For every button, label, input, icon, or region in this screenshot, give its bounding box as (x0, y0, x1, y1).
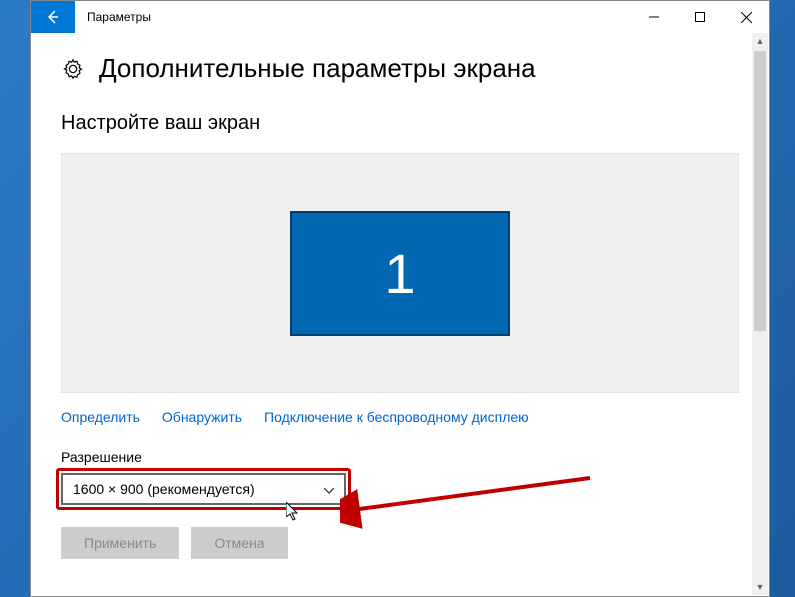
scrollbar-down-arrow[interactable]: ▼ (752, 579, 768, 595)
window-controls (631, 1, 769, 33)
resolution-dropdown[interactable]: 1600 × 900 (рекомендуется) (61, 473, 346, 505)
page-title: Дополнительные параметры экрана (99, 53, 536, 84)
maximize-icon (695, 12, 705, 22)
gear-icon (61, 57, 85, 81)
cancel-button[interactable]: Отмена (191, 527, 287, 559)
titlebar: Параметры (31, 1, 769, 33)
window-title: Параметры (87, 10, 151, 24)
resolution-label: Разрешение (61, 449, 739, 465)
display-preview[interactable]: 1 (61, 153, 739, 393)
close-icon (741, 12, 752, 23)
monitor-number: 1 (384, 241, 415, 306)
monitor-tile[interactable]: 1 (290, 211, 510, 336)
links-row: Определить Обнаружить Подключение к бесп… (61, 409, 739, 425)
vertical-scrollbar[interactable]: ▲ ▼ (752, 33, 768, 595)
resolution-value: 1600 × 900 (рекомендуется) (73, 481, 255, 497)
minimize-icon (649, 12, 659, 22)
apply-button[interactable]: Применить (61, 527, 179, 559)
discover-link[interactable]: Обнаружить (162, 409, 242, 425)
wireless-display-link[interactable]: Подключение к беспроводному дисплею (264, 409, 529, 425)
minimize-button[interactable] (631, 1, 677, 33)
resolution-dropdown-wrap: 1600 × 900 (рекомендуется) (61, 473, 346, 505)
back-button[interactable] (31, 1, 75, 33)
scrollbar-thumb[interactable] (754, 51, 766, 331)
maximize-button[interactable] (677, 1, 723, 33)
back-arrow-icon (45, 9, 61, 25)
buttons-row: Применить Отмена (61, 527, 739, 559)
close-button[interactable] (723, 1, 769, 33)
content-area: Дополнительные параметры экрана Настройт… (31, 33, 769, 596)
scrollbar-up-arrow[interactable]: ▲ (752, 33, 768, 49)
section-title: Настройте ваш экран (61, 112, 739, 135)
chevron-down-icon (324, 481, 334, 497)
detect-link[interactable]: Определить (61, 409, 140, 425)
page-header: Дополнительные параметры экрана (61, 53, 739, 84)
settings-window: Параметры Дополнительные параметры экран… (30, 0, 770, 597)
